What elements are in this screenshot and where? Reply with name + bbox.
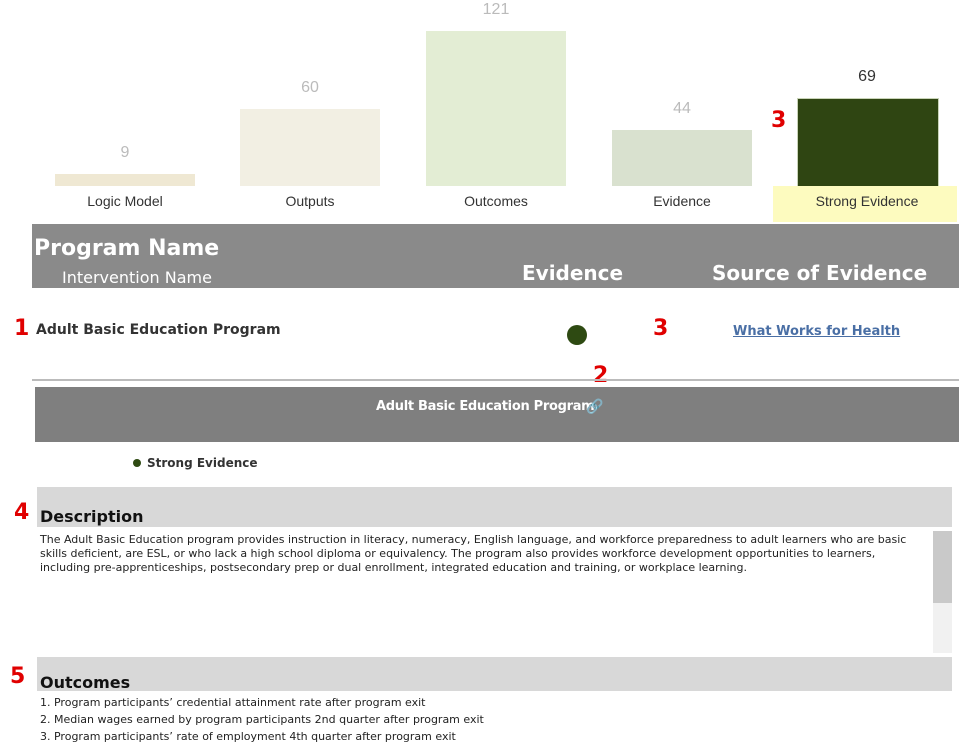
bar-strong-evidence[interactable] bbox=[797, 98, 939, 188]
callout-marker: 4 bbox=[14, 500, 30, 525]
header-source-of-evidence[interactable]: Source of Evidence bbox=[712, 261, 927, 285]
bar-value-label: 60 bbox=[301, 79, 319, 96]
strong-evidence-dot-icon bbox=[133, 459, 141, 467]
callout-marker: 2 bbox=[593, 363, 609, 388]
category-label[interactable]: Evidence bbox=[612, 186, 752, 222]
bar-value-label: 9 bbox=[120, 144, 130, 161]
callout-marker: 5 bbox=[10, 664, 26, 689]
callout-marker: 1 bbox=[14, 316, 30, 341]
bar-value-label: 121 bbox=[482, 1, 510, 18]
description-scrollbar-thumb[interactable] bbox=[933, 531, 952, 603]
bar-value-label: 44 bbox=[673, 100, 691, 117]
evidence-level-label: Strong Evidence bbox=[147, 456, 258, 470]
header-program-name[interactable]: Program Name bbox=[34, 236, 219, 261]
evidence-dot-icon bbox=[567, 325, 587, 345]
outcomes-title: Outcomes bbox=[40, 673, 131, 692]
row-divider bbox=[32, 379, 959, 381]
bar-value-label: 69 bbox=[858, 68, 876, 85]
category-label[interactable]: Outcomes bbox=[426, 186, 566, 222]
header-evidence[interactable]: Evidence bbox=[522, 261, 623, 285]
evidence-bar-chart: 9 60 121 44 69 Logic Model Outputs Outcomes … bbox=[0, 0, 959, 222]
category-label[interactable]: Logic Model bbox=[55, 186, 195, 222]
outcomes-header-bar bbox=[37, 657, 952, 691]
outcome-item: 2. Median wages earned by program partic… bbox=[40, 713, 484, 726]
detail-title: Adult Basic Education Program bbox=[376, 399, 595, 414]
header-intervention-name[interactable]: Intervention Name bbox=[62, 268, 212, 287]
callout-marker: 3 bbox=[653, 316, 669, 341]
detail-header-bar bbox=[35, 387, 959, 442]
bar-outcomes[interactable] bbox=[426, 31, 566, 186]
bar-evidence[interactable] bbox=[612, 130, 752, 186]
description-title: Description bbox=[40, 507, 144, 526]
description-header-bar bbox=[37, 487, 952, 527]
category-label[interactable]: Outputs bbox=[240, 186, 380, 222]
bar-outputs[interactable] bbox=[240, 109, 380, 186]
bar-logic-model[interactable] bbox=[55, 174, 195, 186]
outcome-item: 1. Program participants’ credential atta… bbox=[40, 696, 426, 709]
source-of-evidence-link[interactable]: What Works for Health bbox=[733, 324, 900, 339]
outcome-item: 3. Program participants’ rate of employm… bbox=[40, 730, 456, 743]
category-label[interactable]: Strong Evidence bbox=[797, 186, 937, 222]
program-name-cell[interactable]: Adult Basic Education Program bbox=[36, 322, 281, 338]
description-text: The Adult Basic Education program provid… bbox=[40, 533, 907, 574]
callout-marker: 3 bbox=[771, 108, 787, 133]
link-icon[interactable]: 🔗 bbox=[586, 398, 603, 415]
